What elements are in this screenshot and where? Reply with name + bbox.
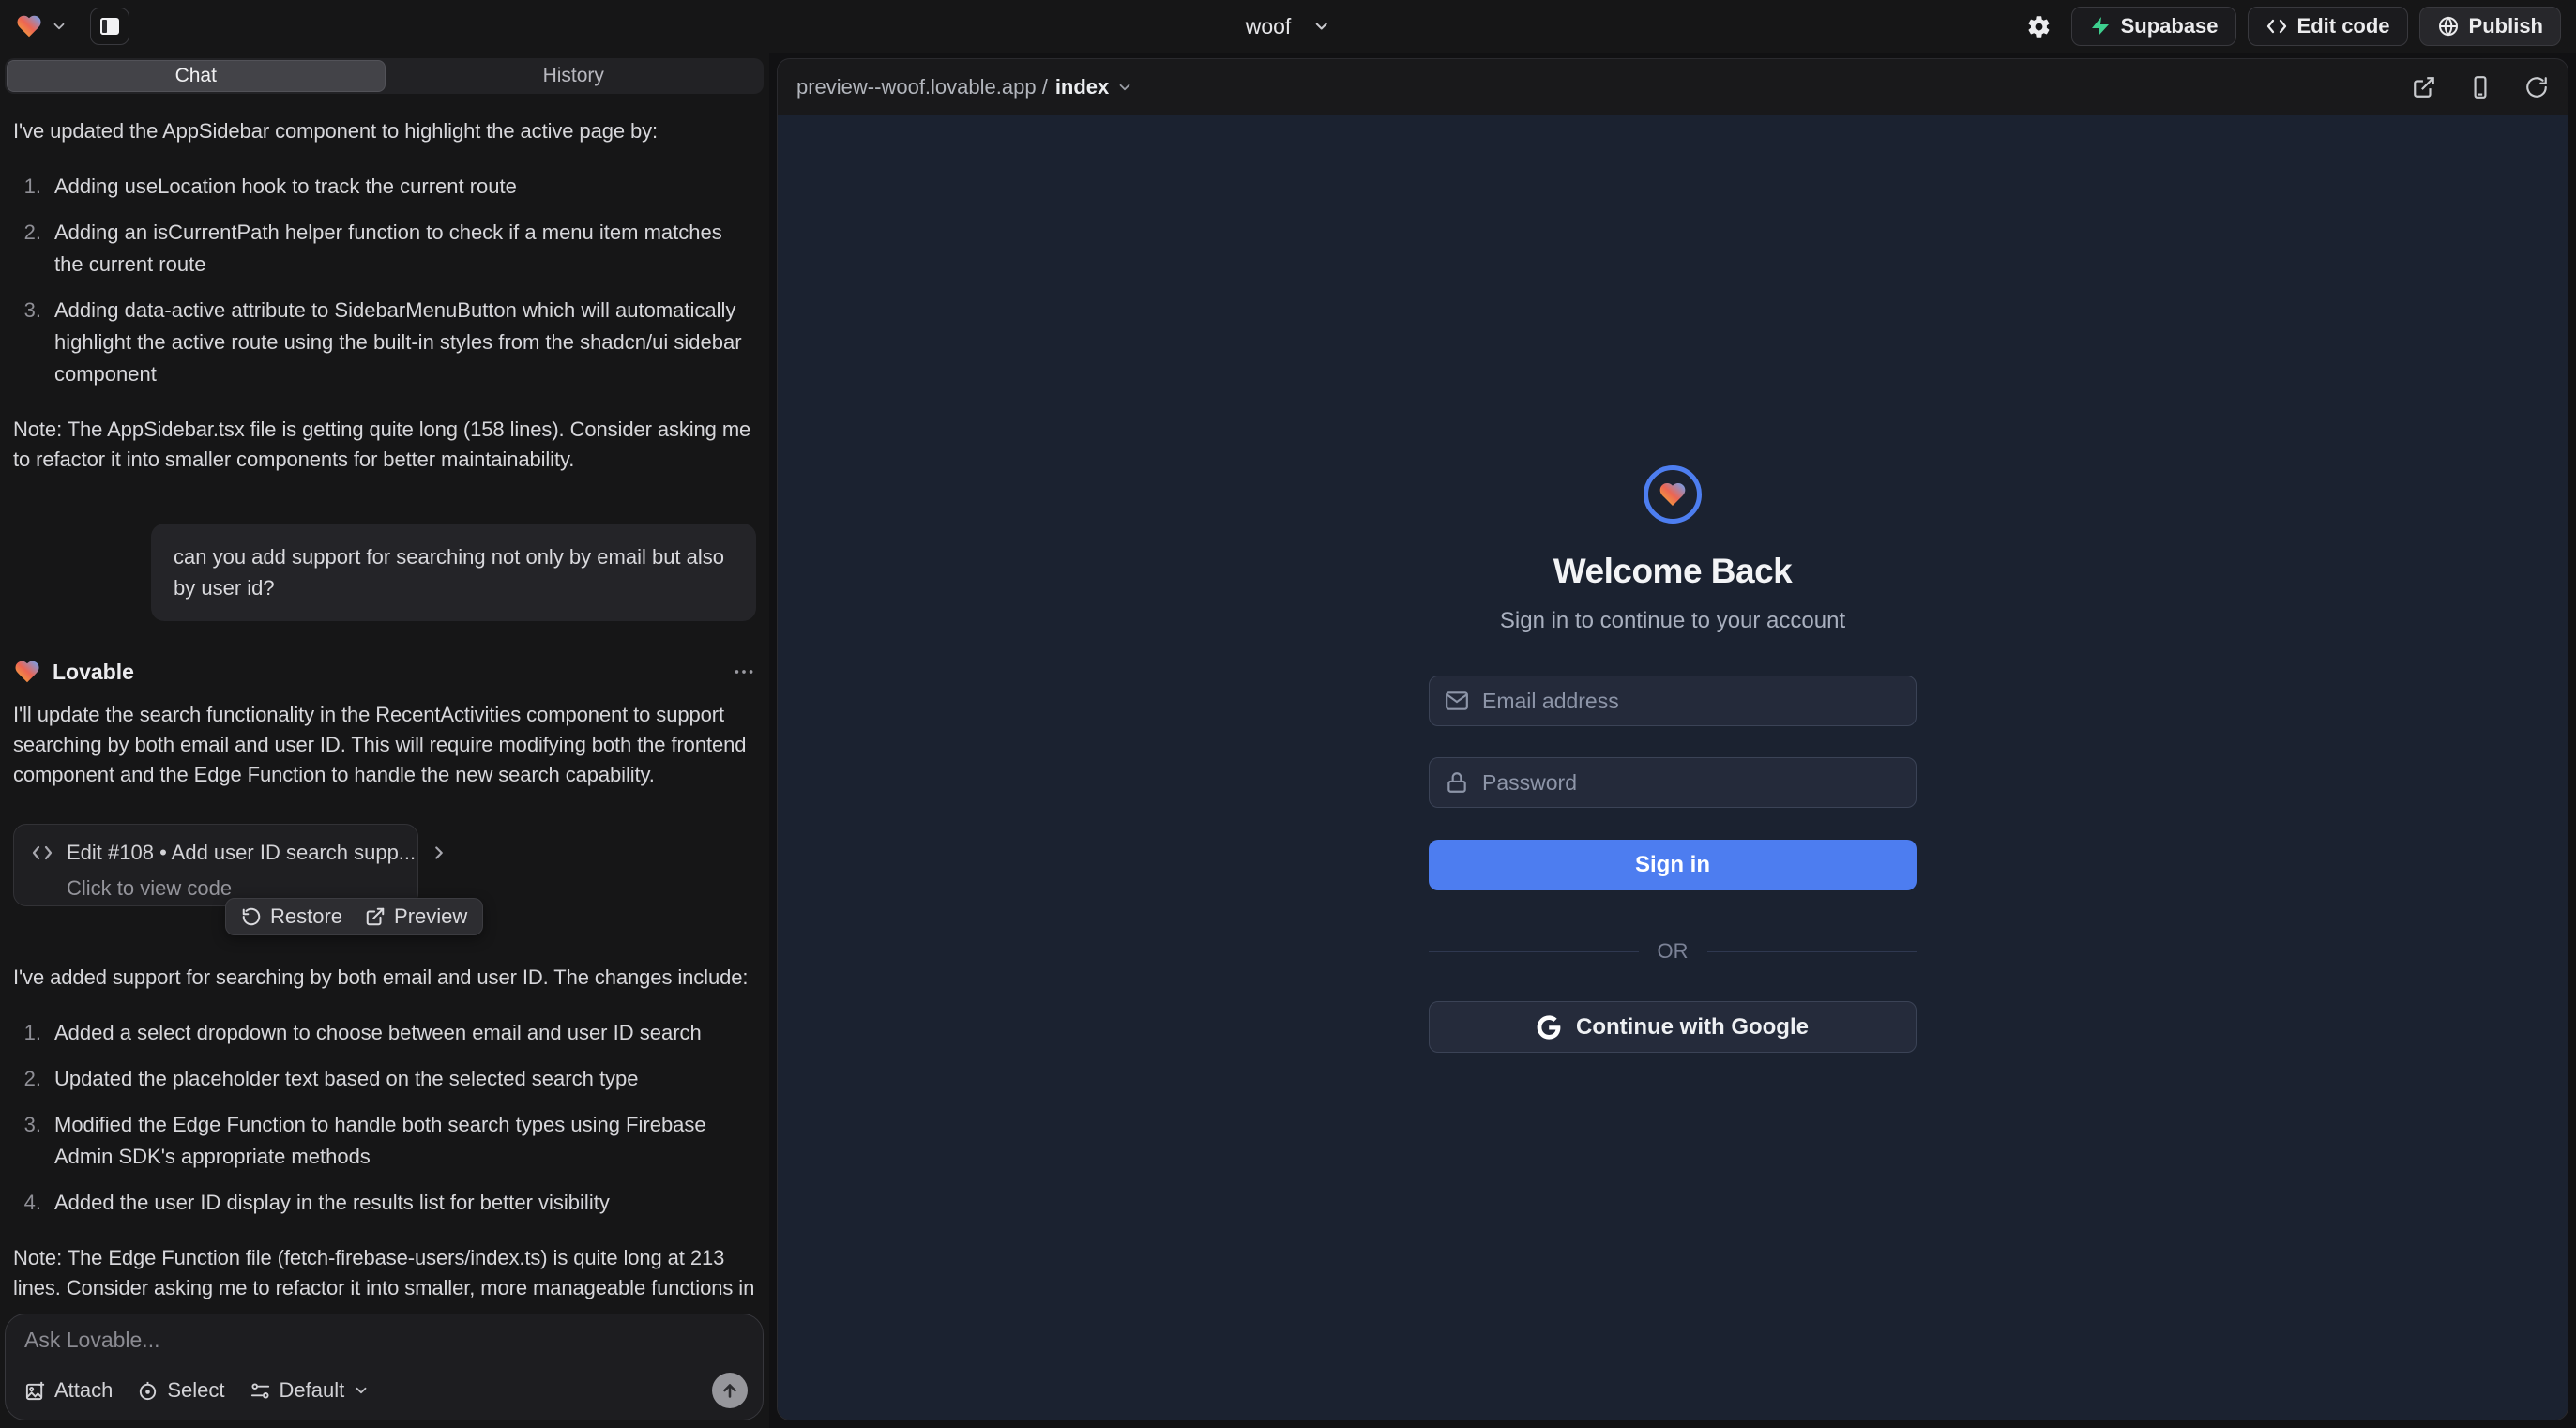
supabase-bolt-icon <box>2089 15 2112 38</box>
preview-url-page[interactable]: index <box>1055 75 1109 99</box>
list-item: 3. Adding data-active attribute to Sideb… <box>13 295 756 390</box>
assistant-message-header: Lovable <box>13 657 756 687</box>
lovable-heart-icon <box>15 12 43 40</box>
preview-button[interactable]: Preview <box>365 902 467 932</box>
refresh-icon[interactable] <box>2524 75 2549 99</box>
project-title[interactable]: woof <box>1246 14 1292 39</box>
preview-iframe: Welcome Back Sign in to continue to your… <box>778 115 2568 1420</box>
edit-code-label: Edit code <box>2297 14 2390 38</box>
list-item: 2. Updated the placeholder text based on… <box>13 1063 756 1095</box>
assistant-note: Note: The AppSidebar.tsx file is getting… <box>13 415 756 475</box>
app-logo <box>1644 465 1702 524</box>
assistant-numbered-list: 1. Adding useLocation hook to track the … <box>13 171 756 390</box>
supabase-label: Supabase <box>2121 14 2219 38</box>
sliders-icon <box>250 1380 271 1402</box>
topbar: woof Supabase <box>0 0 2576 53</box>
chevron-right-icon <box>429 843 449 863</box>
tab-history[interactable]: History <box>386 60 763 92</box>
list-item: 2. Adding an isCurrentPath helper functi… <box>13 217 756 281</box>
target-icon <box>137 1380 159 1402</box>
chevron-down-icon[interactable] <box>1116 79 1133 96</box>
assistant-numbered-list: 1. Added a select dropdown to choose bet… <box>13 1017 756 1219</box>
chat-history-tabs: Chat History <box>5 58 764 94</box>
google-sign-in-button[interactable]: Continue with Google <box>1429 1001 1917 1053</box>
gear-icon <box>2026 14 2052 39</box>
publish-button[interactable]: Publish <box>2419 7 2561 46</box>
preview-url-host[interactable]: preview--woof.lovable.app / <box>796 75 1048 99</box>
google-icon <box>1537 1015 1561 1040</box>
settings-button[interactable] <box>2019 8 2060 45</box>
assistant-paragraph: I'll update the search functionality in … <box>13 700 756 790</box>
list-item: 1. Adding useLocation hook to track the … <box>13 171 756 203</box>
edit-card-title: Edit #108 • Add user ID search supp... <box>67 838 416 868</box>
publish-label: Publish <box>2469 14 2543 38</box>
open-in-new-tab-icon[interactable] <box>2412 75 2436 99</box>
assistant-paragraph: I've updated the AppSidebar component to… <box>13 116 756 146</box>
lock-icon <box>1445 770 1469 795</box>
email-field-wrap <box>1429 676 1917 726</box>
list-item: 1. Added a select dropdown to choose bet… <box>13 1017 756 1049</box>
chevron-down-icon <box>353 1382 370 1399</box>
image-plus-icon <box>24 1380 46 1402</box>
panel-left-icon <box>98 15 121 38</box>
divider-line <box>1707 951 1917 952</box>
send-button[interactable] <box>712 1373 748 1408</box>
assistant-note: Note: The Edge Function file (fetch-fire… <box>13 1243 756 1308</box>
restore-icon <box>241 906 262 927</box>
password-field[interactable] <box>1482 770 1901 796</box>
external-link-icon <box>365 906 386 927</box>
lovable-logo-menu[interactable] <box>15 12 68 40</box>
page-subtitle: Sign in to continue to your account <box>1500 608 1845 634</box>
sign-in-button[interactable]: Sign in <box>1429 840 1917 890</box>
login-card: Welcome Back Sign in to continue to your… <box>1429 465 1917 1053</box>
chevron-down-icon[interactable] <box>1311 17 1330 36</box>
assistant-paragraph: I've added support for searching by both… <box>13 963 756 993</box>
chevron-down-icon <box>51 18 68 35</box>
chat-messages: I've updated the AppSidebar component to… <box>13 107 756 1308</box>
preview-window: preview--woof.lovable.app / index <box>777 58 2568 1420</box>
code-icon <box>31 842 53 864</box>
chat-panel: Chat History I've updated the AppSidebar… <box>0 53 769 1428</box>
tab-chat[interactable]: Chat <box>7 60 386 92</box>
chat-input[interactable] <box>24 1328 744 1369</box>
composer: Attach Select Default <box>5 1314 764 1420</box>
edit-code-card[interactable]: Edit #108 • Add user ID search supp... C… <box>13 824 418 906</box>
select-button[interactable]: Select <box>137 1378 224 1403</box>
attach-button[interactable]: Attach <box>24 1378 113 1403</box>
mobile-view-icon[interactable] <box>2468 75 2493 99</box>
supabase-button[interactable]: Supabase <box>2071 7 2236 46</box>
lovable-app: woof Supabase <box>0 0 2576 1428</box>
list-item: 4. Added the user ID display in the resu… <box>13 1187 756 1219</box>
divider-line <box>1429 951 1639 952</box>
arrow-up-icon <box>720 1380 740 1401</box>
code-icon <box>2265 15 2288 38</box>
more-options-icon[interactable] <box>732 660 756 684</box>
sender-name: Lovable <box>53 657 134 687</box>
password-field-wrap <box>1429 757 1917 808</box>
email-field[interactable] <box>1482 689 1901 714</box>
edit-code-button[interactable]: Edit code <box>2248 7 2408 46</box>
lovable-avatar <box>13 658 41 686</box>
mail-icon <box>1445 689 1469 713</box>
preview-url-bar: preview--woof.lovable.app / index <box>778 59 2568 115</box>
user-message-bubble: can you add support for searching not on… <box>151 524 756 621</box>
edit-card-toolbar: Restore Preview <box>225 898 483 935</box>
mode-selector[interactable]: Default <box>250 1378 371 1403</box>
sidebar-toggle-button[interactable] <box>90 8 129 45</box>
globe-icon <box>2437 15 2460 38</box>
or-divider: OR <box>1429 939 1917 964</box>
page-title: Welcome Back <box>1553 552 1793 591</box>
restore-button[interactable]: Restore <box>241 902 342 932</box>
list-item: 3. Modified the Edge Function to handle … <box>13 1109 756 1173</box>
